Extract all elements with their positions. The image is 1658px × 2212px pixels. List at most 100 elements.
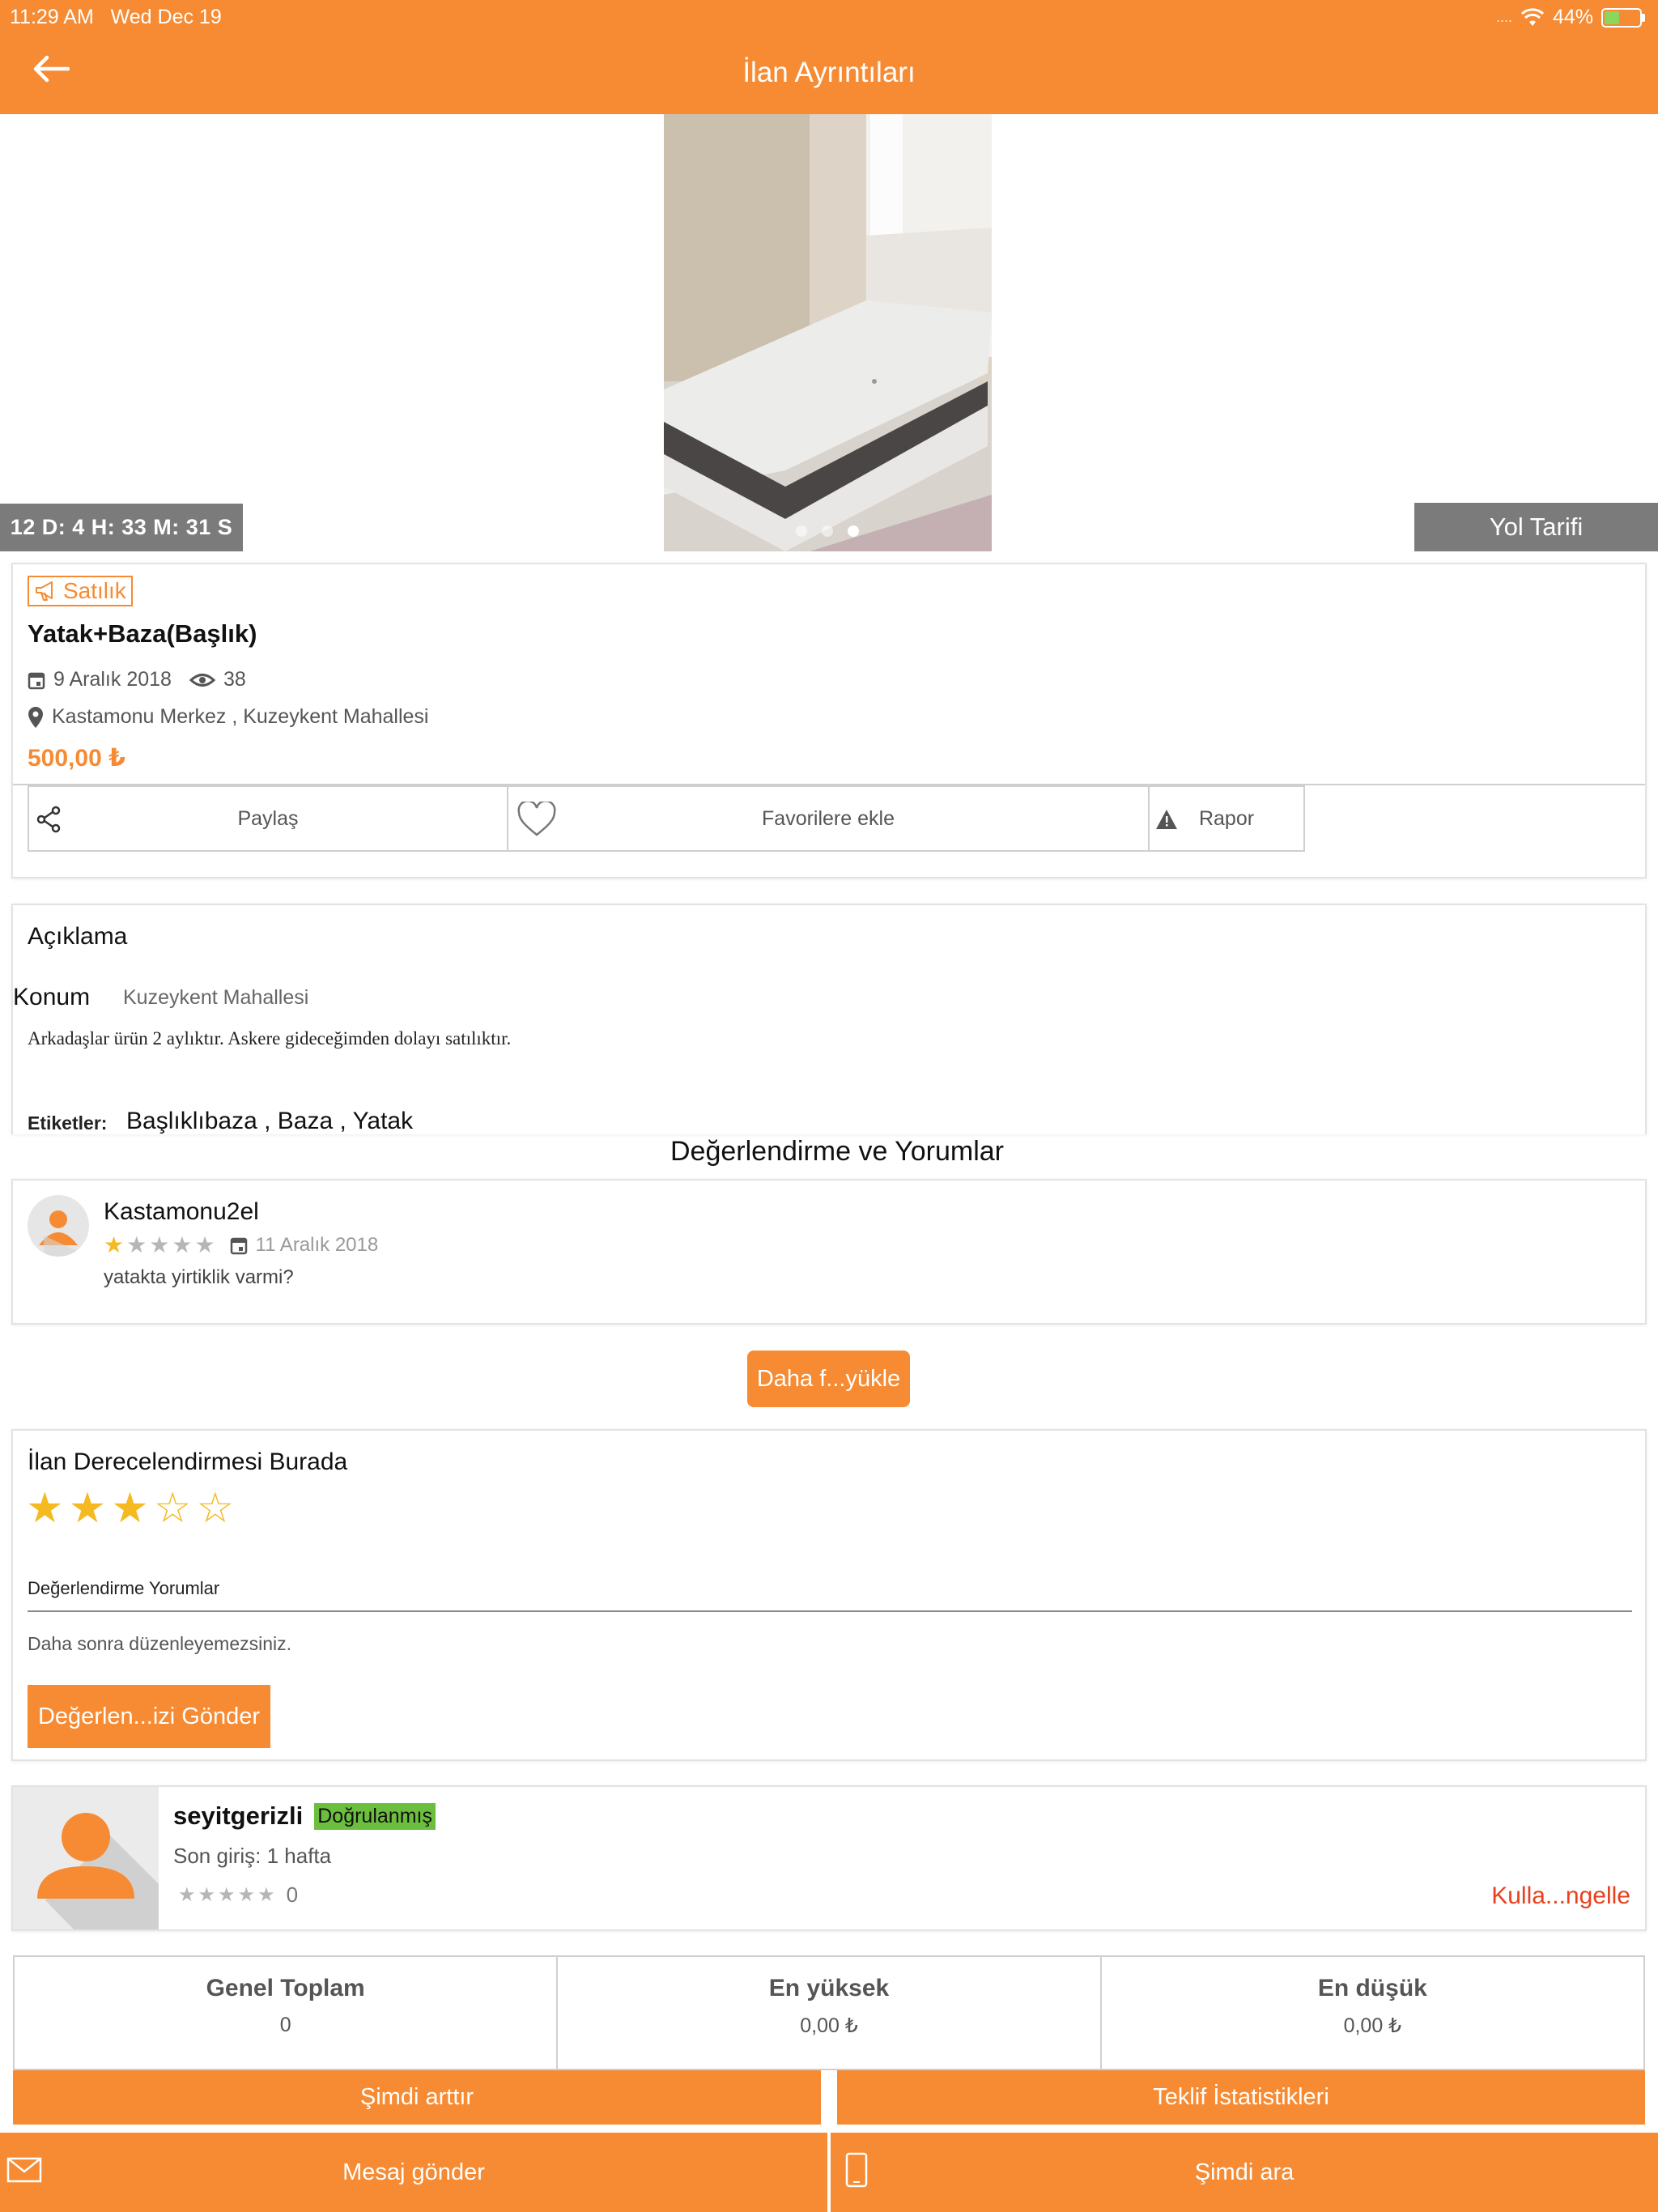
block-user-link[interactable]: Kulla...ngelle [1491,1882,1630,1910]
warning-icon [1156,810,1177,829]
reviewer-avatar [28,1195,89,1257]
tags-label: Etiketler: [28,1112,108,1134]
star-empty-icon: ★ [149,1232,170,1257]
stat-highest-value: 0,00 ₺ [800,2014,858,2037]
status-clock: 11:29 AM [10,6,94,28]
load-more-button[interactable]: Daha f...yükle [747,1351,910,1407]
seller-avatar [13,1787,159,1929]
gallery-dot[interactable] [796,525,807,537]
rating-form-card: İlan Derecelendirmesi Burada ★ ★ ★ ☆ ☆ Değer… [11,1429,1647,1761]
stat-highest-label: En yüksek [768,1975,890,2001]
megaphone-icon [36,581,53,601]
map-pin-icon [28,706,43,728]
view-count: 38 [223,668,246,691]
bid-actions: Şimdi arttır Teklif İstatistikleri [13,2070,1645,2125]
star-empty-icon: ★ [237,1884,256,1906]
back-button[interactable] [32,55,81,96]
battery-percent: 44% [1552,6,1593,28]
listing-photo[interactable] [664,114,992,551]
reviews-title: Değerlendirme ve Yorumlar [670,1136,1004,1167]
call-now-button[interactable]: Şimdi ara [827,2133,1658,2212]
send-message-label: Mesaj gönder [342,2159,485,2185]
app-header: 11:29 AM Wed Dec 19 .... 44% İlan Ayrınt… [0,0,1658,114]
star-filled-icon: ★ [104,1232,125,1257]
review-date: 11 Aralık 2018 [255,1234,379,1256]
bid-now-button[interactable]: Şimdi arttır [13,2070,821,2125]
share-button[interactable]: Paylaş [28,785,508,852]
countdown-timer: 12 D: 4 H: 33 M: 31 S [0,504,243,551]
location-text: Kastamonu Merkez , Kuzeykent Mahallesi [52,705,429,728]
review-field-label: Değerlendirme Yorumlar [28,1578,220,1598]
calendar-icon [230,1237,247,1255]
listing-location: Kastamonu Merkez , Kuzeykent Mahallesi [28,705,429,729]
gallery-dot[interactable] [848,525,859,537]
rating-note: Daha sonra düzenleyemezsiniz. [28,1633,292,1654]
konum-value: Kuzeykent Mahallesi [123,986,309,1009]
report-button[interactable]: Rapor [1150,785,1305,852]
verified-badge: Doğrulanmış [314,1802,436,1830]
tags-list: Başlıklıbaza , Baza , Yatak [126,1108,414,1134]
listing-price: 500,00 ₺ [28,745,125,772]
report-label: Rapor [1198,806,1255,830]
seller-name: seyitgerizli [173,1802,304,1830]
star-filled-icon[interactable]: ★ [26,1487,64,1529]
send-message-button[interactable]: Mesaj gönder [0,2133,827,2212]
wifi-icon [1520,7,1544,26]
review-input-underline[interactable] [28,1610,1632,1612]
submit-review-button[interactable]: Değerlen...izi Gönder [28,1685,270,1748]
sale-tag: Satılık [28,576,133,606]
seller-name-row: seyitgerizli Doğrulanmış [173,1802,436,1831]
sale-tag-label: Satılık [63,578,126,603]
seller-last-login: Son giriş: 1 hafta [173,1844,332,1868]
review-meta: ★ ★ ★ ★ ★ 11 Aralık 2018 [104,1234,378,1257]
gallery-dot[interactable] [822,525,833,537]
heart-icon [517,802,556,836]
status-time: 11:29 AM Wed Dec 19 [10,6,222,29]
stat-total-value: 0 [279,2014,291,2036]
stat-highest: En yüksek 0,00 ₺ [556,1957,1099,2069]
page-title: İlan Ayrıntıları [742,57,916,88]
reviewer-name: Kastamonu2el [104,1198,259,1225]
star-empty-icon[interactable]: ☆ [154,1487,192,1529]
star-empty-icon: ★ [178,1884,196,1906]
signal-icon: .... [1495,9,1512,25]
seller-rating: ★ ★ ★ ★ ★ 0 [178,1882,298,1908]
battery-icon [1601,7,1642,28]
star-empty-icon: ★ [172,1232,193,1257]
call-now-label: Şimdi ara [1194,2159,1295,2185]
offer-stats-button[interactable]: Teklif İstatistikleri [837,2070,1645,2125]
listing-actions: Paylaş Favorilere ekle Rapor [28,785,1305,852]
listing-meta: 9 Aralık 2018 38 [28,668,246,691]
star-empty-icon: ★ [198,1884,216,1906]
seller-card[interactable]: seyitgerizli Doğrulanmış Son giriş: 1 ha… [11,1785,1647,1931]
description-card: Açıklama Konum Kuzeykent Mahallesi Arkad… [11,904,1647,1134]
listing-info-card: Satılık Yatak+Baza(Başlık) 9 Aralık 2018… [11,563,1647,878]
review-card: Kastamonu2el ★ ★ ★ ★ ★ 11 Aralık 2018 yatakt… [11,1179,1647,1325]
battery-fill [1605,11,1620,24]
photo-gallery[interactable]: 12 D: 4 H: 33 M: 31 S Yol Tarifi [0,114,1658,551]
review-text: yatakta yirtiklik varmi? [104,1266,294,1288]
favorite-button[interactable]: Favorilere ekle [508,785,1150,852]
seller-stars: ★ ★ ★ ★ ★ [178,1883,275,1907]
envelope-icon [6,2157,42,2183]
star-empty-icon: ★ [194,1232,215,1257]
stat-total: Genel Toplam 0 [15,1957,556,2069]
gallery-dots [796,525,859,537]
stat-total-label: Genel Toplam [206,1975,365,2001]
review-stars: ★ ★ ★ ★ ★ [104,1234,215,1257]
directions-button[interactable]: Yol Tarifi [1414,503,1658,551]
star-empty-icon[interactable]: ☆ [197,1487,235,1529]
star-filled-icon[interactable]: ★ [111,1487,149,1529]
bed-photo [664,114,992,551]
user-icon [39,1210,89,1257]
rating-stars-input[interactable]: ★ ★ ★ ☆ ☆ [26,1487,234,1529]
stat-lowest-label: En düşük [1317,1975,1427,2001]
star-filled-icon[interactable]: ★ [69,1487,107,1529]
user-icon [37,1813,159,1929]
stat-lowest: En düşük 0,00 ₺ [1099,1957,1643,2069]
listing-title: Yatak+Baza(Başlık) [28,619,257,648]
eye-icon [189,673,215,687]
listing-date: 9 Aralık 2018 [53,668,172,691]
seller-rating-count: 0 [286,1882,299,1907]
status-indicators: .... 44% [1496,6,1645,29]
